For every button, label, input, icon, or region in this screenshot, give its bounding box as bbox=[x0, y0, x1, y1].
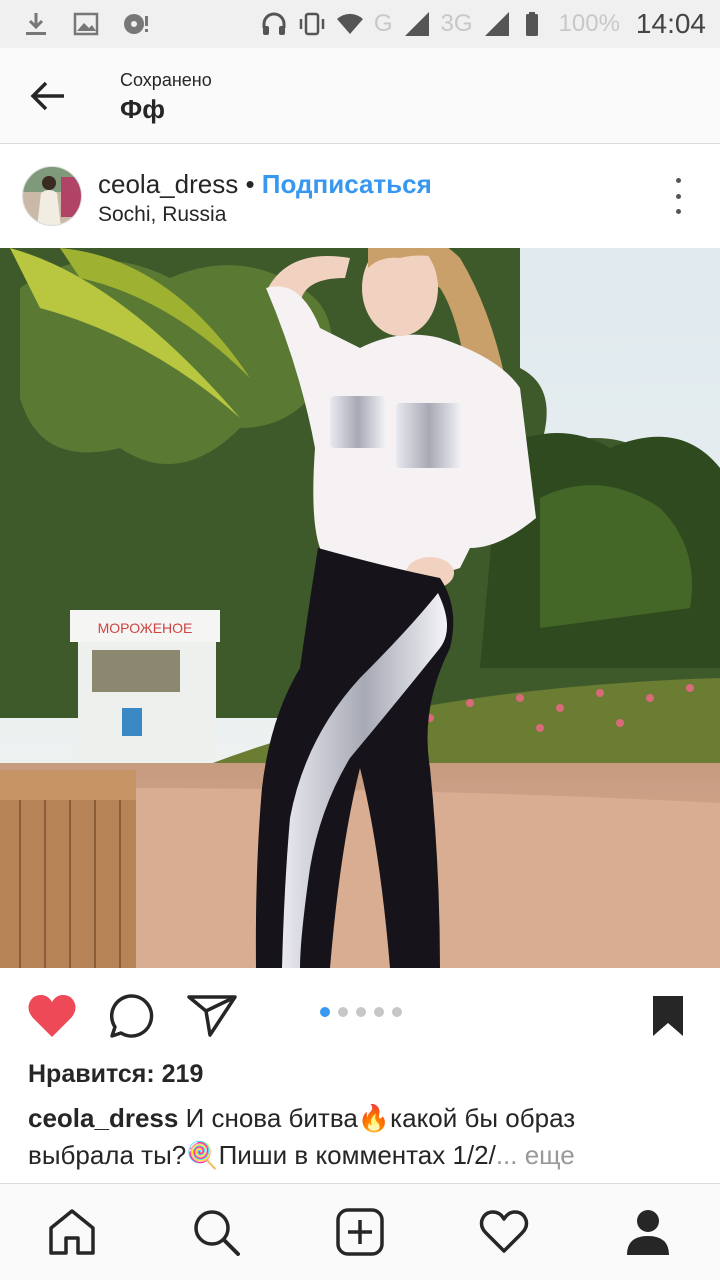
separator-dot: • bbox=[245, 169, 255, 199]
post-photo[interactable]: МОРОЖЕНОЕ bbox=[0, 248, 720, 968]
wifi-icon bbox=[336, 13, 363, 34]
arrow-left-icon bbox=[30, 81, 64, 111]
comment-button[interactable] bbox=[106, 992, 158, 1040]
search-icon bbox=[194, 1210, 240, 1256]
carousel-dot bbox=[392, 1007, 402, 1017]
nav-profile[interactable] bbox=[622, 1206, 674, 1258]
new-post-icon bbox=[336, 1208, 384, 1256]
bookmark-filled-icon bbox=[653, 996, 683, 1036]
paper-plane-icon bbox=[187, 995, 237, 1037]
nav-activity[interactable] bbox=[478, 1206, 530, 1258]
network-3g-label: 3G bbox=[440, 10, 473, 37]
app-header: Сохранено Фф bbox=[0, 48, 720, 144]
nav-home[interactable] bbox=[46, 1206, 98, 1258]
caption-more-link[interactable]: ... еще bbox=[496, 1140, 575, 1170]
follow-button[interactable]: Подписаться bbox=[262, 169, 432, 199]
comment-bubble-icon bbox=[109, 994, 154, 1038]
heart-filled-icon bbox=[28, 995, 76, 1037]
photo-illustration: МОРОЖЕНОЕ bbox=[0, 248, 720, 968]
post-location[interactable]: Sochi, Russia bbox=[98, 203, 226, 227]
battery-icon bbox=[525, 12, 538, 36]
activity-heart-icon bbox=[479, 1210, 529, 1253]
clock: 14:04 bbox=[635, 8, 706, 39]
battery-percent: 100% bbox=[558, 10, 620, 37]
avatar[interactable] bbox=[22, 166, 82, 226]
carousel-indicator bbox=[320, 1007, 402, 1017]
disc-alert-icon bbox=[124, 14, 148, 34]
image-icon bbox=[73, 12, 99, 36]
nav-search[interactable] bbox=[190, 1206, 242, 1258]
post-username[interactable]: ceola_dress bbox=[98, 169, 238, 199]
nav-new-post[interactable] bbox=[334, 1206, 386, 1258]
post-caption: ceola_dress И снова битва🔥какой бы образ… bbox=[28, 1100, 688, 1174]
collection-title: Фф bbox=[120, 94, 165, 124]
post-username-line: ceola_dress • Подписаться bbox=[98, 169, 432, 200]
carousel-dot bbox=[374, 1007, 384, 1017]
header-subtitle: Сохранено bbox=[120, 70, 212, 90]
share-button[interactable] bbox=[186, 992, 238, 1040]
download-icon bbox=[26, 13, 46, 35]
more-dot-icon bbox=[675, 193, 681, 199]
status-bar: G 3G 100% 14:04 bbox=[0, 0, 720, 48]
signal-icon bbox=[404, 12, 429, 36]
likes-count[interactable]: Нравится: 219 bbox=[28, 1060, 203, 1089]
signal-icon-2 bbox=[484, 12, 509, 36]
network-g-label: G bbox=[373, 10, 393, 37]
carousel-dot-active bbox=[320, 1007, 330, 1017]
more-dot-icon bbox=[675, 178, 681, 183]
vibrate-icon bbox=[299, 12, 325, 36]
back-button[interactable] bbox=[24, 72, 72, 120]
headphones-icon bbox=[262, 12, 286, 35]
home-icon bbox=[49, 1209, 95, 1255]
kiosk-sign: МОРОЖЕНОЕ bbox=[98, 620, 193, 636]
save-button[interactable] bbox=[642, 992, 694, 1040]
carousel-dot bbox=[338, 1007, 348, 1017]
caption-username[interactable]: ceola_dress bbox=[28, 1103, 178, 1133]
post-header: ceola_dress • Подписаться Sochi, Russia bbox=[0, 145, 720, 248]
more-options-button[interactable] bbox=[666, 178, 690, 214]
carousel-dot bbox=[356, 1007, 366, 1017]
more-dot-icon bbox=[675, 209, 681, 214]
like-button[interactable] bbox=[26, 992, 78, 1040]
profile-icon bbox=[627, 1210, 669, 1255]
bottom-nav bbox=[0, 1183, 720, 1280]
